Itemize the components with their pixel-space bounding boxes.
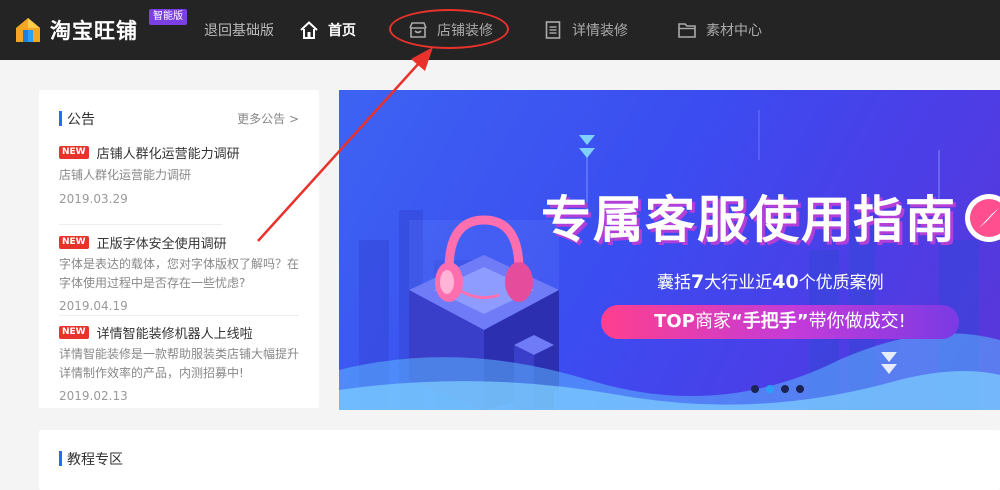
highlight-annotation-ellipse [389, 9, 509, 49]
divider [59, 315, 299, 316]
pill-top: TOP [654, 311, 695, 332]
smart-edition-badge: 智能版 [149, 9, 187, 25]
banner-cta-pill[interactable]: TOP商家“手把手”带你做成交! [601, 305, 959, 339]
announcement-link[interactable]: NEW 店铺人群化运营能力调研 [59, 143, 304, 162]
taobao-wangpu-logo[interactable]: 淘宝旺铺 [14, 14, 138, 46]
banner-subtitle-num1: 7 [691, 271, 705, 293]
announcement-item: NEW 店铺人群化运营能力调研 店铺人群化运营能力调研 2019.03.29 [59, 143, 304, 206]
banner-subtitle: 囊括7大行业近40个优质案例 [657, 268, 884, 293]
nav-detail-decoration[interactable]: 详情装修 [542, 18, 628, 42]
new-badge: NEW [59, 325, 89, 339]
pill-quote: “手把手” [730, 311, 809, 332]
announcement-item-desc: 字体是表达的载体，您对字体版权了解吗？在字体使用过程中是否存在一些忧虑? [59, 257, 300, 290]
nav-home[interactable]: 首页 [298, 18, 356, 42]
carousel-dot[interactable] [796, 385, 804, 393]
announcement-item-date: 2019.04.19 [59, 299, 128, 313]
announcement-link[interactable]: NEW 正版字体安全使用调研 [59, 233, 304, 252]
carousel-dots [751, 385, 804, 393]
banner-headline: 专属客服使用指南 [541, 191, 957, 249]
nav-material-center-label: 素材中心 [706, 23, 762, 39]
carousel-dot[interactable] [781, 385, 789, 393]
new-badge: NEW [59, 145, 89, 159]
announcement-item-title: 正版字体安全使用调研 [96, 236, 227, 252]
nav-detail-decoration-label: 详情装修 [572, 23, 628, 39]
section-accent-bar [59, 111, 62, 126]
section-accent-bar [59, 451, 62, 466]
banner-subtitle-mid: 大行业近 [704, 273, 773, 293]
back-to-basic-link[interactable]: 退回基础版 [204, 20, 274, 40]
announcement-panel: 公告 更多公告 > NEW 店铺人群化运营能力调研 店铺人群化运营能力调研 20… [39, 90, 319, 408]
logo-text: 淘宝旺铺 [50, 19, 138, 43]
nav-material-center[interactable]: 素材中心 [676, 18, 762, 42]
nav-home-label: 首页 [328, 23, 356, 39]
announcement-link[interactable]: NEW 详情智能装修机器人上线啦 [59, 323, 304, 342]
pill-merchant: 商家 [694, 311, 731, 332]
announcement-item: NEW 正版字体安全使用调研 字体是表达的载体，您对字体版权了解吗？在字体使用过… [59, 233, 304, 313]
announcement-item-title: 店铺人群化运营能力调研 [96, 146, 240, 162]
announcement-item-desc: 店铺人群化运营能力调研 [59, 168, 192, 182]
announcement-item-title: 详情智能装修机器人上线啦 [96, 326, 253, 342]
carousel-dot[interactable] [751, 385, 759, 393]
announcement-title: 公告 [67, 112, 95, 128]
announcement-item: NEW 详情智能装修机器人上线啦 详情智能装修是一款帮助服装类店铺大幅提升详情制… [59, 323, 304, 403]
announcement-item-desc: 详情智能装修是一款帮助服装类店铺大幅提升详情制作效率的产品，内测招募中! [59, 347, 300, 380]
logo-house-icon [16, 18, 40, 42]
tutorial-title: 教程专区 [67, 452, 123, 468]
announcement-header: 公告 更多公告 > [59, 109, 299, 129]
carousel-dot-active[interactable] [766, 385, 774, 393]
announcement-item-date: 2019.03.29 [59, 192, 128, 206]
home-icon [298, 19, 320, 41]
document-icon [542, 19, 564, 41]
tutorial-section: 教程专区 [39, 430, 1000, 490]
top-navigation-bar: 淘宝旺铺 智能版 退回基础版 首页 店铺装修 详情装修 素材中心 [0, 0, 1000, 60]
banner-subtitle-post: 个优质案例 [798, 273, 884, 293]
promo-banner-carousel[interactable]: 专属客服使用指南 囊括7大行业近40个优质案例 TOP商家“手把手”带你做成交! [339, 90, 1000, 410]
folder-icon [676, 19, 698, 41]
pill-post: 带你做成交! [808, 311, 906, 332]
announcement-item-date: 2019.02.13 [59, 389, 128, 403]
divider [59, 224, 222, 225]
more-announcements-link[interactable]: 更多公告 > [237, 110, 299, 127]
new-badge: NEW [59, 235, 89, 249]
banner-subtitle-pre: 囊括 [657, 273, 691, 293]
banner-subtitle-num2: 40 [772, 271, 799, 293]
